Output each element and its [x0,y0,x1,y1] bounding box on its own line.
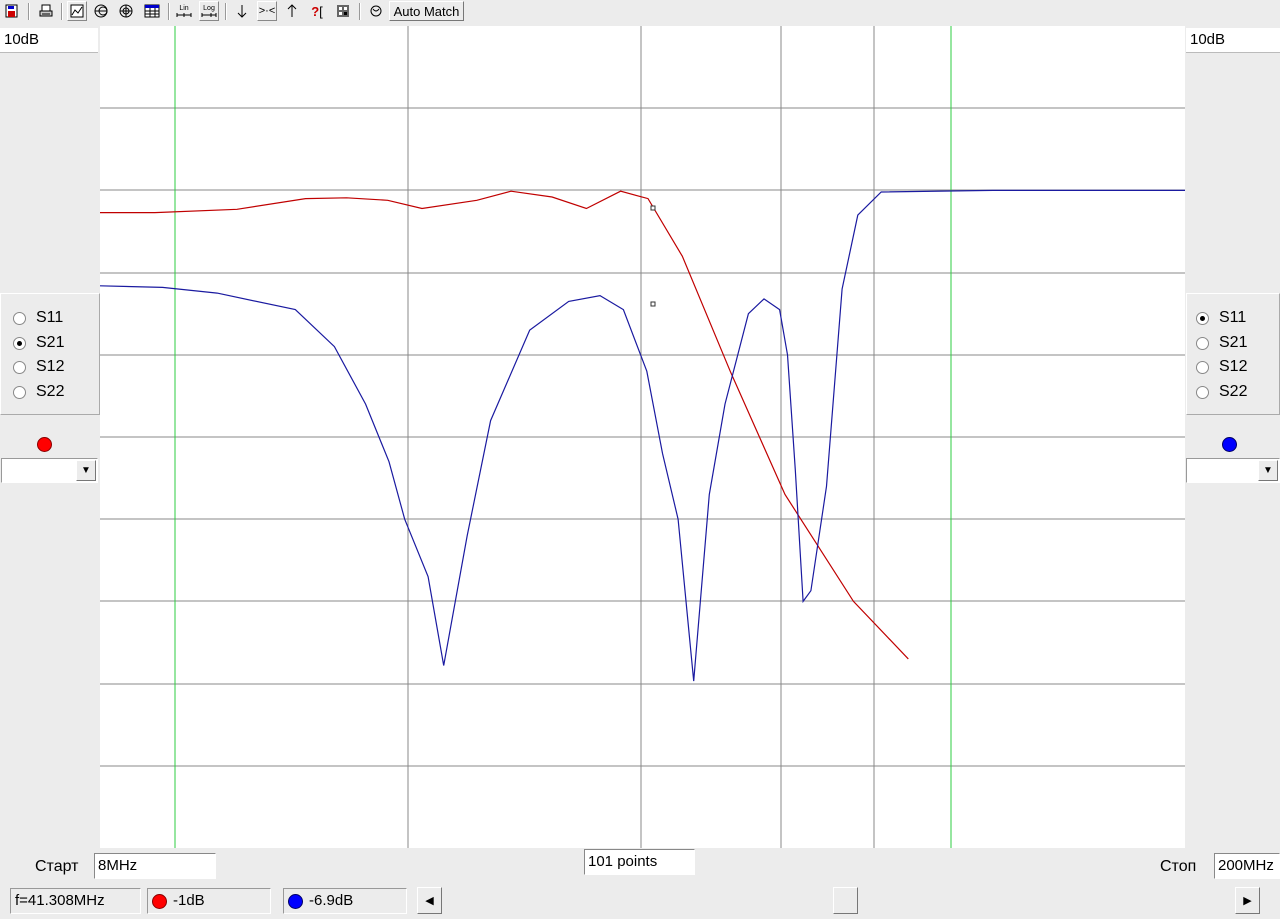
right-combo[interactable]: ▼ [1186,458,1280,483]
chevron-down-icon[interactable]: ▼ [76,460,96,481]
freq-readout: f=41.308MHz [10,888,141,914]
right-radio-s12[interactable]: S12 [1196,357,1247,377]
chevron-down-icon[interactable]: ▼ [1258,460,1278,481]
start-freq-field[interactable]: 8MHz [94,853,216,879]
blue-readout: -6.9dB [283,888,407,914]
radio-label: S22 [36,383,65,400]
red-readout: -1dB [147,888,271,914]
radio-label: S12 [1219,358,1248,375]
trace-s11 [100,189,1185,682]
right-radio-s11[interactable]: S11 [1196,308,1246,328]
save-icon[interactable] [2,1,22,21]
radio-label: S12 [36,358,65,375]
red-readout-text: -1dB [173,892,205,909]
scroll-left-icon[interactable]: ◀ [417,887,442,914]
marker-s21[interactable] [650,205,656,211]
left-radio-s11[interactable]: S11 [13,308,63,328]
help-icon[interactable]: ?[ [307,1,327,21]
left-combo[interactable]: ▼ [1,458,98,483]
log-scale-icon[interactable]: Log [199,1,219,21]
frequency-scrollbar[interactable]: ◀ ▶ [417,887,1260,914]
polar-chart-icon[interactable] [116,1,136,21]
toolbar: Lin Log >·< ?[ Auto Match [0,0,1280,24]
radio-button[interactable] [1196,336,1209,350]
match-icon[interactable] [366,1,386,21]
radio-button[interactable] [13,385,26,399]
freq-readout-text: f=41.308MHz [15,892,105,909]
left-trace-color-dot [37,437,52,452]
blue-dot-icon [288,893,303,909]
radio-button[interactable] [13,311,26,325]
scroll-right-icon[interactable]: ▶ [1235,887,1260,914]
left-radio-s12[interactable]: S12 [13,357,64,377]
left-radio-s22[interactable]: S22 [13,382,64,402]
radio-button[interactable] [13,360,26,374]
radio-label: S11 [36,309,64,326]
smith-chart-icon[interactable] [91,1,111,21]
zoom-in-icon[interactable]: >·< [257,1,277,21]
auto-match-button[interactable]: Auto Match [389,1,464,21]
right-radio-s21[interactable]: S21 [1196,333,1247,353]
chart-svg [100,26,1185,848]
trace-s21 [100,190,909,660]
scroll-thumb[interactable] [833,887,858,914]
right-trace-color-dot [1222,437,1237,452]
left-param-group: S11 S21 S12 S22 [0,293,100,415]
table-icon[interactable] [142,1,162,21]
marker-s11[interactable] [650,301,656,307]
points-field[interactable]: 101 points [584,849,695,875]
radio-button[interactable] [1196,311,1209,325]
stop-freq-field[interactable]: 200MHz [1214,853,1280,879]
radio-label: S11 [1219,309,1247,326]
log-label: Log [203,5,215,12]
radio-label: S21 [1219,334,1248,351]
radio-label: S22 [1219,383,1248,400]
start-label: Старт [35,858,79,875]
right-scale-field[interactable]: 10dB [1186,28,1280,53]
chart-rect-icon[interactable] [67,1,87,21]
lin-label: Lin [179,5,189,12]
radio-button[interactable] [1196,360,1209,374]
right-param-group: S11 S21 S12 S22 [1186,293,1280,415]
radio-button[interactable] [1196,385,1209,399]
blue-readout-text: -6.9dB [309,892,354,909]
left-radio-s21[interactable]: S21 [13,333,64,353]
arrow-up-icon[interactable] [282,1,302,21]
lin-scale-icon[interactable]: Lin [174,1,194,21]
arrow-down-icon[interactable] [232,1,252,21]
radio-button[interactable] [13,336,26,350]
red-dot-icon [152,893,167,909]
radio-label: S21 [36,334,65,351]
right-radio-s22[interactable]: S22 [1196,382,1247,402]
left-scale-field[interactable]: 10dB [0,28,98,53]
plot-area[interactable] [100,26,1185,848]
stop-label: Стоп [1160,858,1197,875]
print-icon[interactable] [36,1,56,21]
settings-icon[interactable] [333,1,353,21]
